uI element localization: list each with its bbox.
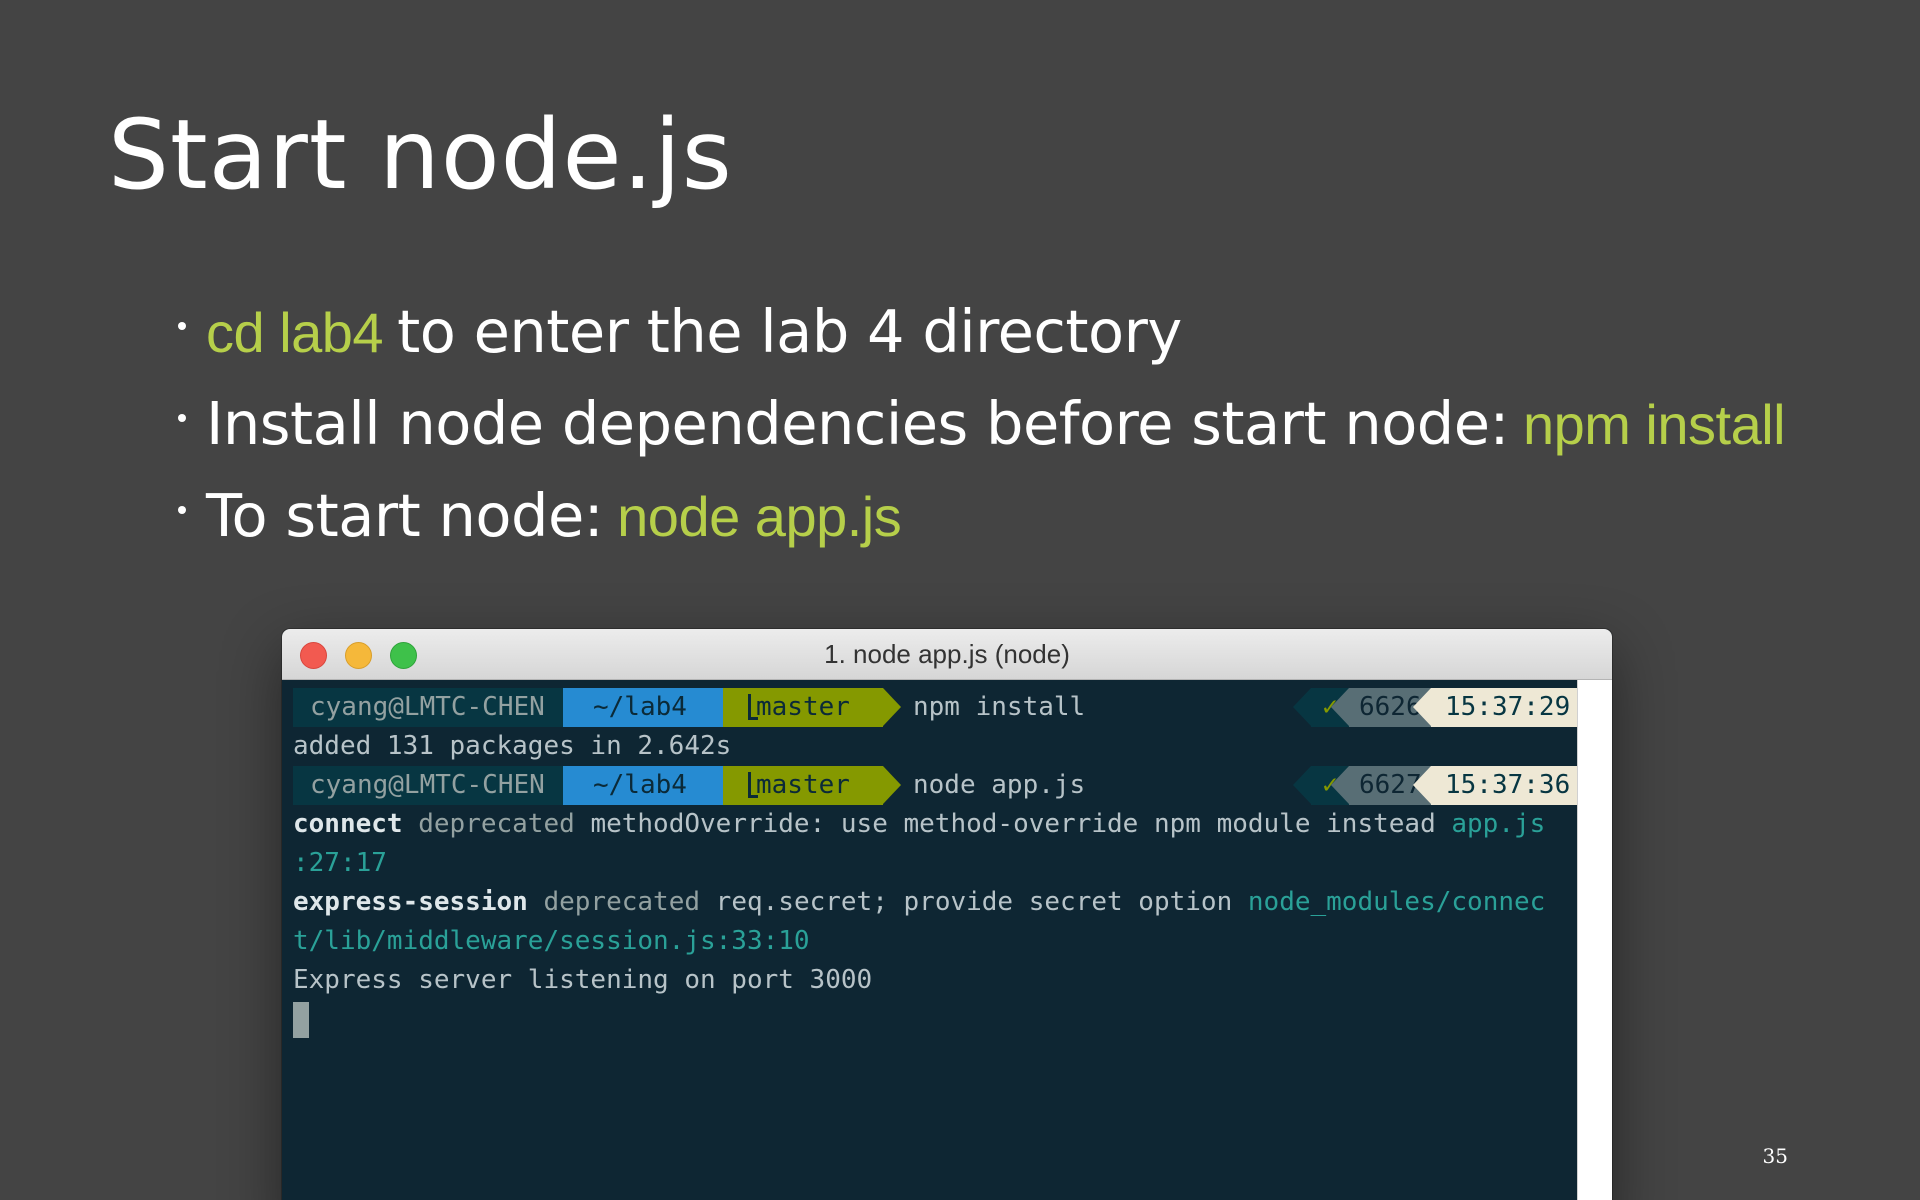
terminal-scrollbar[interactable] xyxy=(1577,680,1612,1200)
prompt-branch: master xyxy=(723,688,883,727)
warning-message: req.secret; provide secret option xyxy=(715,887,1233,917)
prompt-separator-icon xyxy=(1293,766,1311,804)
shell-prompt: cyang@LMTC-CHEN ~/lab4 master node app.j… xyxy=(293,766,1593,805)
prompt-command: npm install xyxy=(913,692,1086,722)
warning-line: connect deprecated methodOverride: use m… xyxy=(293,805,1572,844)
slide-title: Start node.js xyxy=(108,99,733,211)
shell-prompt: cyang@LMTC-CHEN ~/lab4 master npm instal… xyxy=(293,688,1593,727)
prompt-separator-icon xyxy=(1331,688,1349,726)
terminal-output[interactable]: cyang@LMTC-CHEN ~/lab4 master npm instal… xyxy=(293,688,1593,1039)
bullet-list: cd lab4 to enter the lab 4 directory Inst… xyxy=(178,292,1786,568)
command-cd: cd lab4 xyxy=(206,301,384,364)
warning-line: express-session deprecated req.secret; p… xyxy=(293,883,1572,922)
warning-label: deprecated xyxy=(418,809,575,839)
npm-output-line: added 131 packages in 2.642s xyxy=(293,731,732,761)
prompt-separator-icon xyxy=(1293,688,1311,726)
prompt-directory: ~/lab4 xyxy=(563,766,723,805)
prompt-separator-icon xyxy=(883,766,901,804)
warning-location: node_modules/connec xyxy=(1247,887,1546,917)
git-branch-icon xyxy=(748,772,758,798)
warning-message: methodOverride: use method-override npm … xyxy=(590,809,1436,839)
prompt-separator-icon xyxy=(1413,688,1431,726)
page-number: 35 xyxy=(1762,1144,1788,1168)
terminal-window[interactable]: 1. node app.js (node) cyang@LMTC-CHEN ~/… xyxy=(282,629,1612,1200)
prompt-branch: master xyxy=(723,766,883,805)
bullet-text: to enter the lab 4 directory xyxy=(397,297,1182,366)
prompt-separator-icon xyxy=(1413,766,1431,804)
git-branch-icon xyxy=(748,694,758,720)
command-npm-install: npm install xyxy=(1522,393,1786,456)
server-output-line: Express server listening on port 3000 xyxy=(293,965,873,995)
warning-module: connect xyxy=(293,809,403,839)
prompt-user: cyang@LMTC-CHEN xyxy=(293,688,563,727)
warning-label: deprecated xyxy=(543,887,701,917)
warning-location-continued: :27:17 xyxy=(293,848,387,878)
warning-location: app.js xyxy=(1451,809,1546,839)
bullet-item-install: Install node dependencies before start n… xyxy=(178,384,1786,476)
command-node-app: node app.js xyxy=(617,485,902,548)
warning-module: express-session xyxy=(293,887,528,917)
prompt-time: 15:37:29 xyxy=(1431,688,1593,727)
bullet-text: To start node: xyxy=(206,481,604,550)
prompt-time: 15:37:36 xyxy=(1431,766,1593,805)
prompt-command: node app.js xyxy=(913,770,1086,800)
prompt-directory: ~/lab4 xyxy=(563,688,723,727)
bullet-dot xyxy=(178,506,186,514)
bullet-item-cd: cd lab4 to enter the lab 4 directory xyxy=(178,292,1785,384)
warning-location-continued: t/lib/middleware/session.js:33:10 xyxy=(293,926,810,956)
bullet-dot xyxy=(178,322,186,330)
bullet-dot xyxy=(178,414,186,422)
bullet-text: Install node dependencies before start n… xyxy=(206,389,1509,458)
terminal-cursor xyxy=(293,1001,309,1038)
window-title: 1. node app.js (node) xyxy=(824,639,1070,669)
window-titlebar[interactable]: 1. node app.js (node) xyxy=(282,629,1612,680)
prompt-user: cyang@LMTC-CHEN xyxy=(293,766,563,805)
bullet-item-start: To start node: node app.js xyxy=(178,476,1785,568)
prompt-separator-icon xyxy=(1331,766,1349,804)
prompt-separator-icon xyxy=(883,688,901,726)
